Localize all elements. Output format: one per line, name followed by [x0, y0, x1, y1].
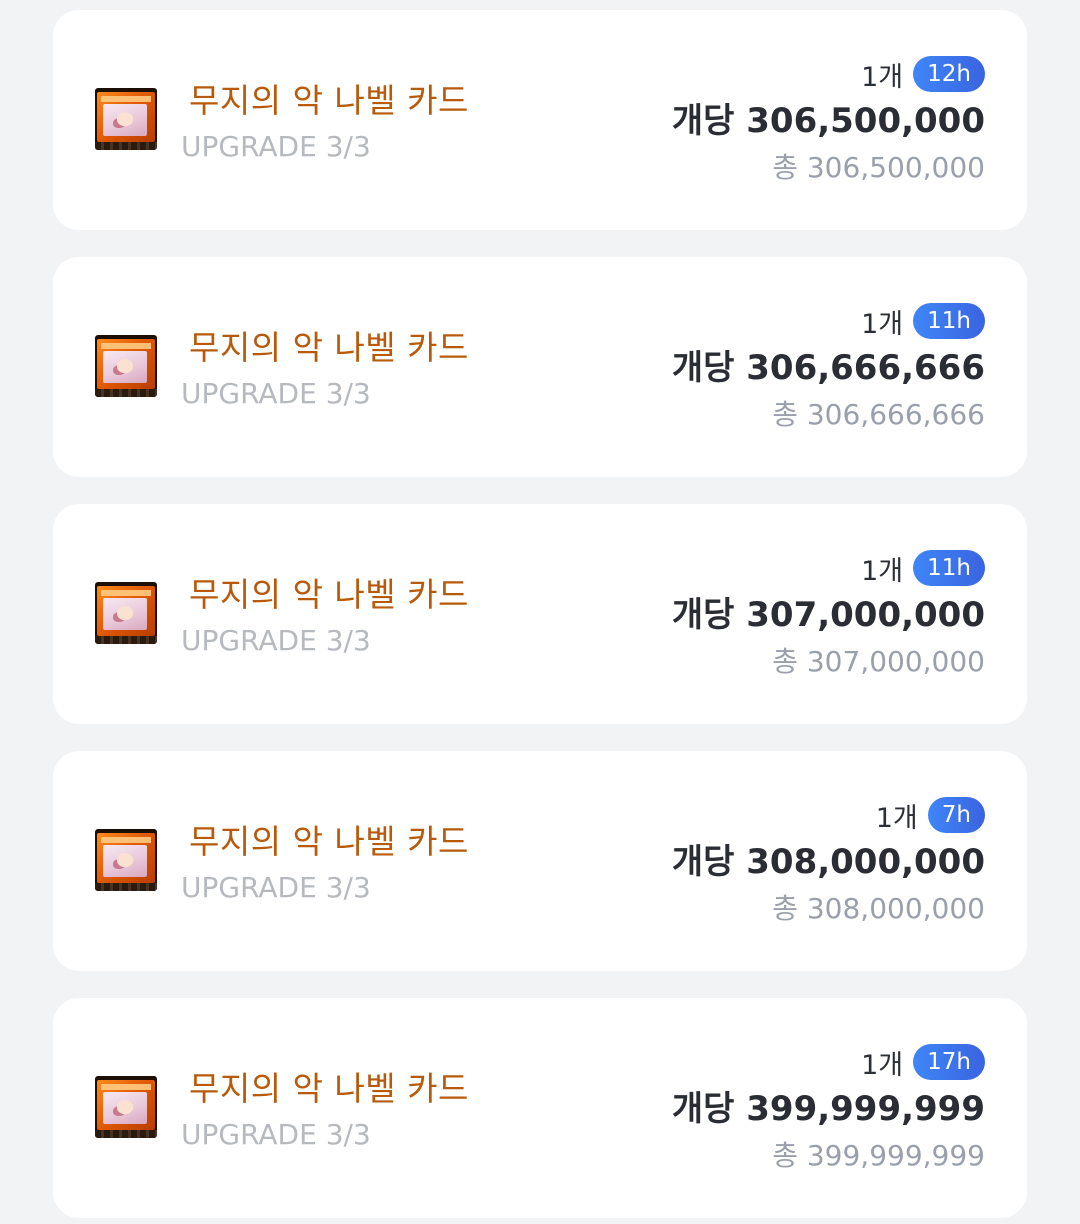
unit-price-value: 306,500,000: [746, 101, 985, 141]
unit-price-label: 개당: [671, 101, 735, 141]
unit-price-value: 308,000,000: [746, 842, 985, 882]
total-price-label: 총: [772, 645, 798, 678]
price-block: 1개 11h 개당 307,000,000 총 307,000,000: [672, 549, 985, 681]
unit-price-label: 개당: [671, 348, 735, 388]
total-price-value: 307,000,000: [806, 645, 985, 678]
total-price-value: 306,666,666: [806, 398, 985, 431]
nabel-card-icon: [95, 829, 157, 891]
quantity: 1개: [861, 555, 904, 587]
upgrade-status: UPGRADE 3/3: [181, 377, 371, 410]
upgrade-status: UPGRADE 3/3: [181, 871, 371, 904]
item-name: 무지의 악 나벨 카드: [189, 1069, 469, 1108]
item-name: 무지의 악 나벨 카드: [189, 822, 469, 861]
listing-list: 무지의 악 나벨 카드 UPGRADE 3/3 1개 12h 개당 306,50…: [53, 10, 1027, 1218]
item-name: 무지의 악 나벨 카드: [189, 81, 469, 120]
total-price: 총 306,500,000: [672, 149, 985, 187]
time-remaining-badge: 12h: [913, 56, 985, 92]
listing-card[interactable]: 무지의 악 나벨 카드 UPGRADE 3/3 1개 17h 개당 399,99…: [53, 998, 1027, 1218]
unit-price-value: 399,999,999: [746, 1089, 985, 1129]
time-remaining-badge: 11h: [913, 550, 985, 586]
total-price-label: 총: [772, 892, 798, 925]
unit-price-label: 개당: [671, 842, 735, 882]
total-price-value: 308,000,000: [806, 892, 985, 925]
unit-price: 개당 399,999,999: [672, 1087, 985, 1131]
item-name: 무지의 악 나벨 카드: [189, 575, 469, 614]
listing-card[interactable]: 무지의 악 나벨 카드 UPGRADE 3/3 1개 12h 개당 306,50…: [53, 10, 1027, 230]
quantity: 1개: [861, 61, 904, 93]
quantity: 1개: [861, 1049, 904, 1081]
unit-price: 개당 307,000,000: [672, 593, 985, 637]
time-remaining-badge: 17h: [913, 1044, 985, 1080]
upgrade-status: UPGRADE 3/3: [181, 130, 371, 163]
price-block: 1개 11h 개당 306,666,666 총 306,666,666: [672, 302, 985, 434]
listing-card[interactable]: 무지의 악 나벨 카드 UPGRADE 3/3 1개 11h 개당 307,00…: [53, 504, 1027, 724]
total-price: 총 306,666,666: [672, 396, 985, 434]
nabel-card-icon: [95, 582, 157, 644]
total-price-label: 총: [772, 398, 798, 431]
upgrade-status: UPGRADE 3/3: [181, 624, 371, 657]
quantity: 1개: [875, 802, 918, 834]
total-price: 총 399,999,999: [672, 1137, 985, 1175]
unit-price: 개당 306,666,666: [672, 346, 985, 390]
unit-price-value: 307,000,000: [746, 595, 985, 635]
item-name: 무지의 악 나벨 카드: [189, 328, 469, 367]
unit-price-label: 개당: [671, 1089, 735, 1129]
total-price-value: 399,999,999: [806, 1139, 985, 1172]
price-block: 1개 12h 개당 306,500,000 총 306,500,000: [672, 55, 985, 187]
time-remaining-badge: 11h: [913, 303, 985, 339]
unit-price-label: 개당: [671, 595, 735, 635]
unit-price-value: 306,666,666: [746, 348, 985, 388]
nabel-card-icon: [95, 1076, 157, 1138]
upgrade-status: UPGRADE 3/3: [181, 1118, 371, 1151]
time-remaining-badge: 7h: [927, 797, 985, 833]
total-price: 총 307,000,000: [672, 643, 985, 681]
quantity: 1개: [861, 308, 904, 340]
nabel-card-icon: [95, 335, 157, 397]
unit-price: 개당 308,000,000: [672, 840, 985, 884]
total-price-label: 총: [772, 151, 798, 184]
total-price-label: 총: [772, 1139, 798, 1172]
listing-card[interactable]: 무지의 악 나벨 카드 UPGRADE 3/3 1개 7h 개당 308,000…: [53, 751, 1027, 971]
price-block: 1개 7h 개당 308,000,000 총 308,000,000: [672, 796, 985, 928]
listing-card[interactable]: 무지의 악 나벨 카드 UPGRADE 3/3 1개 11h 개당 306,66…: [53, 257, 1027, 477]
nabel-card-icon: [95, 88, 157, 150]
total-price: 총 308,000,000: [672, 890, 985, 928]
total-price-value: 306,500,000: [806, 151, 985, 184]
price-block: 1개 17h 개당 399,999,999 총 399,999,999: [672, 1043, 985, 1175]
unit-price: 개당 306,500,000: [672, 99, 985, 143]
